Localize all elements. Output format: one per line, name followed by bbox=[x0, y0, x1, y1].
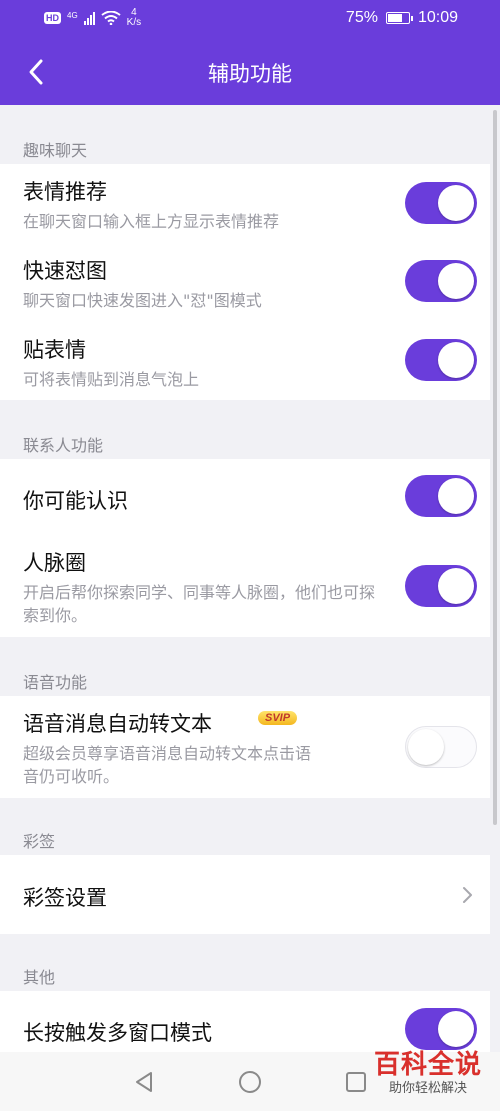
group-caiqian: 彩签设置 bbox=[0, 855, 490, 934]
section-header-caiqian: 彩签 bbox=[0, 798, 500, 855]
setting-row-sticker[interactable]: 贴表情 可将表情贴到消息气泡上 bbox=[0, 322, 490, 400]
network-type: 4G bbox=[67, 10, 78, 20]
network-circle-toggle[interactable] bbox=[405, 565, 477, 607]
setting-description: 聊天窗口快速发图进入"怼"图模式 bbox=[23, 291, 262, 310]
setting-row-multi-window[interactable]: 长按触发多窗口模式 bbox=[0, 991, 490, 1052]
section-header-label: 彩签 bbox=[23, 832, 56, 851]
section-header-other: 其他 bbox=[0, 934, 500, 991]
wifi-icon bbox=[101, 11, 121, 25]
svip-badge: SVIP bbox=[258, 711, 298, 725]
setting-title: 语音消息自动转文本 bbox=[23, 712, 212, 736]
section-header-voice: 语音功能 bbox=[0, 637, 500, 696]
setting-row-voice-to-text[interactable]: 语音消息自动转文本 SVIP 超级会员尊享语音消息自动转文本点击语音仍可收听。 bbox=[0, 696, 490, 798]
multi-window-toggle[interactable] bbox=[405, 1008, 477, 1050]
emoji-recommend-toggle[interactable] bbox=[405, 182, 477, 224]
group-fun: 表情推荐 在聊天窗口输入框上方显示表情推荐 快速怼图 聊天窗口快速发图进入"怼"… bbox=[0, 164, 490, 400]
toggle-knob bbox=[438, 263, 474, 299]
toggle-knob bbox=[438, 342, 474, 378]
sticker-toggle[interactable] bbox=[405, 339, 477, 381]
section-header-label: 趣味聊天 bbox=[23, 141, 88, 160]
signal-icon bbox=[83, 11, 95, 25]
toggle-knob bbox=[438, 185, 474, 221]
status-left: HD 4G 4 K/s bbox=[44, 8, 141, 28]
toggle-knob bbox=[438, 1011, 474, 1047]
toggle-knob bbox=[438, 478, 474, 514]
triangle-back-icon[interactable] bbox=[132, 1070, 156, 1094]
setting-description: 可将表情贴到消息气泡上 bbox=[23, 370, 200, 389]
status-right: 75% 10:09 bbox=[346, 9, 458, 27]
voice-to-text-toggle[interactable] bbox=[405, 726, 477, 768]
chevron-right-icon bbox=[463, 887, 472, 903]
may-know-toggle[interactable] bbox=[405, 475, 477, 517]
setting-row-caiqian[interactable]: 彩签设置 bbox=[0, 855, 490, 934]
section-header-label: 联系人功能 bbox=[23, 436, 104, 455]
setting-title: 彩签设置 bbox=[23, 886, 107, 910]
scrollbar[interactable] bbox=[493, 110, 497, 825]
clock: 10:09 bbox=[417, 9, 458, 26]
group-voice: 语音消息自动转文本 SVIP 超级会员尊享语音消息自动转文本点击语音仍可收听。 bbox=[0, 696, 490, 798]
title-bar: 辅助功能 bbox=[0, 40, 500, 105]
setting-title: 人脉圈 bbox=[23, 551, 86, 575]
setting-row-may-know[interactable]: 你可能认识 bbox=[0, 459, 490, 535]
status-bar: HD 4G 4 K/s 75% 10:09 bbox=[0, 0, 500, 40]
toggle-knob bbox=[408, 729, 444, 765]
watermark-sub: 助你轻松解决 bbox=[388, 1081, 467, 1096]
speed-unit: K/s bbox=[126, 17, 142, 28]
group-contacts: 你可能认识 人脉圈 开启后帮你探索同学、同事等人脉圈，他们也可探索到你。 bbox=[0, 459, 490, 637]
square-recents-icon[interactable] bbox=[344, 1070, 368, 1094]
watermark-main: 百科全说 bbox=[373, 1050, 482, 1080]
setting-title: 贴表情 bbox=[23, 338, 86, 362]
quick-image-toggle[interactable] bbox=[405, 260, 477, 302]
circle-home-icon[interactable] bbox=[238, 1070, 262, 1094]
setting-description: 超级会员尊享语音消息自动转文本点击语音仍可收听。 bbox=[23, 744, 312, 786]
page-title: 辅助功能 bbox=[208, 62, 292, 86]
setting-title: 长按触发多窗口模式 bbox=[23, 1021, 212, 1045]
battery-icon bbox=[385, 12, 413, 24]
hd-badge: HD bbox=[44, 12, 61, 24]
setting-row-emoji-recommend[interactable]: 表情推荐 在聊天窗口输入框上方显示表情推荐 bbox=[0, 164, 490, 243]
setting-row-quick-image[interactable]: 快速怼图 聊天窗口快速发图进入"怼"图模式 bbox=[0, 243, 490, 322]
setting-description: 在聊天窗口输入框上方显示表情推荐 bbox=[23, 212, 280, 231]
section-header-label: 语音功能 bbox=[23, 673, 88, 692]
battery-fill bbox=[387, 14, 403, 22]
setting-title: 你可能认识 bbox=[23, 489, 128, 513]
section-header-fun: 趣味聊天 bbox=[0, 105, 500, 164]
watermark-logo: 百科全说 助你轻松解决 bbox=[368, 1050, 488, 1098]
battery-percent: 75% bbox=[345, 9, 378, 26]
setting-description: 开启后帮你探索同学、同事等人脉圈，他们也可探索到你。 bbox=[23, 583, 376, 625]
setting-title: 表情推荐 bbox=[23, 180, 107, 204]
setting-row-network-circle[interactable]: 人脉圈 开启后帮你探索同学、同事等人脉圈，他们也可探索到你。 bbox=[0, 535, 490, 637]
section-header-contacts: 联系人功能 bbox=[0, 400, 500, 459]
toggle-knob bbox=[438, 568, 474, 604]
setting-title: 快速怼图 bbox=[23, 259, 107, 283]
network-speed: 4 K/s bbox=[127, 8, 141, 28]
group-other: 长按触发多窗口模式 bbox=[0, 991, 490, 1052]
section-header-label: 其他 bbox=[23, 968, 56, 987]
